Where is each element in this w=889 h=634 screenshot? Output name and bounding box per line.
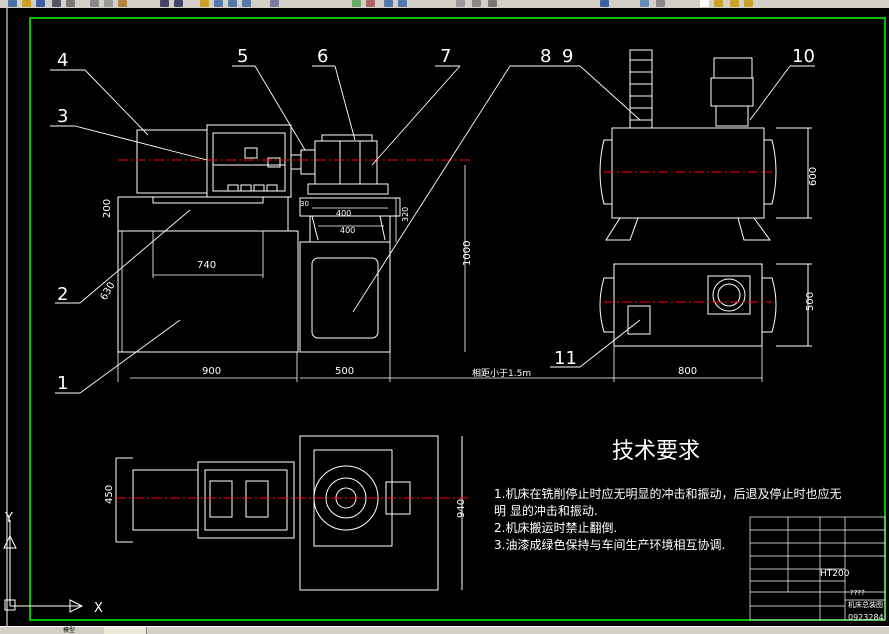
dim-940: 940 — [456, 499, 467, 518]
part-label-3: 3 — [57, 106, 68, 127]
designcenter-icon[interactable] — [352, 0, 361, 7]
part-label-2: 2 — [57, 284, 68, 305]
tech-req-line4: 3.油漆成绿色保持与车间生产环境相互协调. — [494, 537, 725, 552]
dim-30: 30 — [300, 200, 309, 208]
spacing-note: 相距小于1.5m — [472, 367, 531, 379]
part-label-1: 1 — [57, 373, 68, 394]
title-material: HT200 — [820, 569, 850, 579]
ucs-x-label: X — [94, 601, 103, 616]
new-icon[interactable] — [8, 0, 17, 7]
plot-icon[interactable] — [52, 0, 61, 7]
dim-320: 320 — [401, 207, 410, 222]
part-label-5: 5 — [237, 46, 248, 67]
dim-740: 740 — [197, 260, 216, 271]
dim-600: 600 — [808, 167, 819, 186]
lineweight-icon[interactable] — [656, 0, 665, 7]
match-icon[interactable] — [398, 0, 407, 7]
toolpalette-icon[interactable] — [366, 0, 375, 7]
zoom-previous-icon[interactable] — [242, 0, 251, 7]
ucs-y-label: Y — [4, 511, 13, 526]
calc-icon[interactable] — [488, 0, 497, 7]
dim-1000: 1000 — [462, 241, 473, 266]
tech-req-line1: 1.机床在铣削停止时应无明显的冲击和振动，后退及停止时也应无 — [494, 486, 841, 501]
properties-icon[interactable] — [270, 0, 279, 7]
color-icon[interactable] — [700, 0, 709, 7]
dim-800: 800 — [678, 366, 697, 377]
view-icon[interactable] — [640, 0, 649, 7]
preview-icon[interactable] — [66, 0, 75, 7]
dim-500r: 500 — [805, 292, 816, 311]
pan-icon[interactable] — [200, 0, 209, 7]
save-icon[interactable] — [36, 0, 45, 7]
part-label-7: 7 — [440, 46, 451, 67]
undo-icon[interactable] — [160, 0, 169, 7]
part-label-11: 11 — [554, 348, 577, 369]
redo-icon[interactable] — [174, 0, 183, 7]
dim-200: 200 — [102, 199, 113, 218]
copy-icon[interactable] — [104, 0, 113, 7]
dim-400b: 400 — [340, 226, 355, 235]
tech-req-line2: 明 显的冲击和振动. — [494, 503, 598, 518]
cut-icon[interactable] — [90, 0, 99, 7]
part-label-10: 10 — [792, 46, 815, 67]
part-label-6: 6 — [317, 46, 328, 67]
dim-900: 900 — [202, 366, 221, 377]
plotstyle-icon[interactable] — [730, 0, 739, 7]
dim-500: 500 — [335, 366, 354, 377]
help-icon[interactable] — [600, 0, 609, 7]
tech-req-title: 技术要求 — [612, 439, 700, 464]
part-label-4: 4 — [57, 50, 68, 71]
linetype-icon[interactable] — [714, 0, 723, 7]
paste-icon[interactable] — [118, 0, 127, 7]
drawing-canvas[interactable]: 200 740 630 1000 900 500 400 400 320 30 … — [0, 8, 889, 626]
title-drawing-no: 0923284 — [848, 613, 884, 622]
dim-450: 450 — [104, 485, 115, 504]
markup-icon[interactable] — [472, 0, 481, 7]
layer-icon[interactable] — [384, 0, 393, 7]
sheetset-icon[interactable] — [456, 0, 465, 7]
zoom-icon[interactable] — [214, 0, 223, 7]
part-label-8: 8 — [540, 46, 551, 67]
part-label-9: 9 — [562, 46, 573, 67]
tech-req-line3: 2.机床搬运时禁止翻倒. — [494, 520, 617, 535]
open-icon[interactable] — [22, 0, 31, 7]
misc-icon[interactable] — [744, 0, 753, 7]
zoom-window-icon[interactable] — [228, 0, 237, 7]
dim-400a: 400 — [336, 209, 351, 218]
title-question: ???? — [850, 589, 865, 597]
title-name: 机床总装图 — [848, 600, 883, 609]
